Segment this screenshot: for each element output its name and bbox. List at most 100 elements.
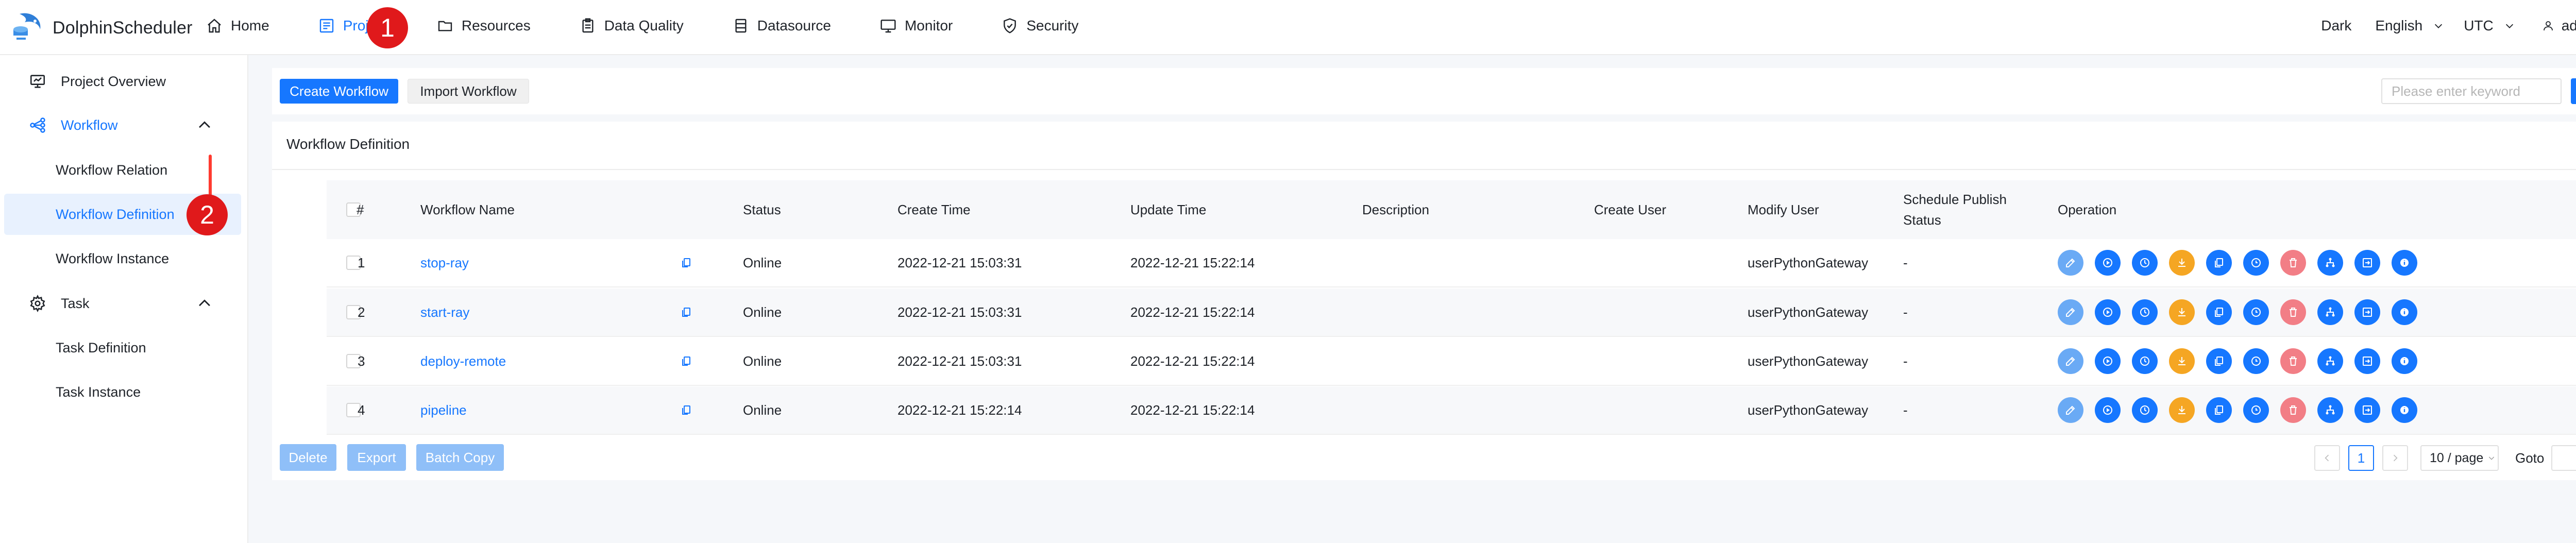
copy-icon xyxy=(2215,308,2223,317)
download-action-button[interactable] xyxy=(2169,397,2195,423)
play-action-button[interactable] xyxy=(2095,397,2121,423)
copy-action-button[interactable] xyxy=(2206,250,2232,276)
sidebar: Project Overview Workflow Workflow Relat… xyxy=(0,55,248,543)
sidebar-item-task-instance[interactable]: Task Instance xyxy=(0,371,248,413)
sidebar-item-workflow-instance[interactable]: Workflow Instance xyxy=(0,238,248,279)
download-action-button[interactable] xyxy=(2169,250,2195,276)
clock-action-button[interactable] xyxy=(2132,250,2158,276)
copy-icon[interactable] xyxy=(680,306,692,318)
export-icon xyxy=(2363,357,2372,366)
sidebar-item-label: Workflow Instance xyxy=(56,250,170,266)
app-logo[interactable]: DolphinScheduler xyxy=(9,7,193,48)
delete-button[interactable]: Delete xyxy=(280,444,336,471)
timezone-select[interactable]: UTC xyxy=(2464,18,2515,34)
delete-icon xyxy=(2290,405,2297,415)
row-create-time: 2022-12-21 15:03:31 xyxy=(897,304,1022,320)
user-menu[interactable]: admin xyxy=(2542,18,2576,34)
info-action-button[interactable] xyxy=(2392,250,2417,276)
clock-icon xyxy=(2140,405,2149,415)
search-input[interactable]: Please enter keyword xyxy=(2381,78,2562,104)
row-create-time: 2022-12-21 15:03:31 xyxy=(897,353,1022,369)
timer-action-button[interactable] xyxy=(2243,348,2269,374)
edit-action-button[interactable] xyxy=(2058,250,2083,276)
export-action-button[interactable] xyxy=(2354,299,2380,325)
header-operation: Operation xyxy=(2058,201,2117,217)
page-number[interactable]: 1 xyxy=(2348,445,2374,471)
row-create-time: 2022-12-21 15:22:14 xyxy=(897,402,1022,418)
create-workflow-button[interactable]: Create Workflow xyxy=(280,79,398,104)
copy-icon[interactable] xyxy=(680,404,692,416)
edit-action-button[interactable] xyxy=(2058,299,2083,325)
nav-monitor[interactable]: Monitor xyxy=(880,0,953,52)
info-icon xyxy=(2400,308,2409,316)
import-workflow-button[interactable]: Import Workflow xyxy=(408,79,529,104)
info-action-button[interactable] xyxy=(2392,299,2417,325)
row-checkbox-cell xyxy=(327,337,380,385)
chevron-up-icon xyxy=(199,121,210,128)
delete-action-button[interactable] xyxy=(2280,299,2306,325)
copy-action-button[interactable] xyxy=(2206,299,2232,325)
theme-toggle[interactable]: Dark xyxy=(2321,18,2351,34)
copy-action-button[interactable] xyxy=(2206,397,2232,423)
download-action-button[interactable] xyxy=(2169,299,2195,325)
copy-action-button[interactable] xyxy=(2206,348,2232,374)
language-select[interactable]: English xyxy=(2375,18,2444,34)
info-action-button[interactable] xyxy=(2392,348,2417,374)
tree-action-button[interactable] xyxy=(2317,348,2343,374)
play-action-button[interactable] xyxy=(2095,348,2121,374)
workflow-name-link[interactable]: stop-ray xyxy=(420,239,469,286)
info-action-button[interactable] xyxy=(2392,397,2417,423)
row-checkbox-cell xyxy=(327,289,380,336)
export-action-button[interactable] xyxy=(2354,348,2380,374)
goto-input[interactable] xyxy=(2551,445,2576,471)
export-action-button[interactable] xyxy=(2354,250,2380,276)
delete-action-button[interactable] xyxy=(2280,250,2306,276)
edit-icon xyxy=(2066,258,2075,267)
workflow-name-link[interactable]: deploy-remote xyxy=(420,337,506,385)
row-schedule-status: - xyxy=(1903,353,1908,369)
tree-action-button[interactable] xyxy=(2317,299,2343,325)
workflow-name-link[interactable]: pipeline xyxy=(420,386,467,434)
clock-action-button[interactable] xyxy=(2132,299,2158,325)
export-action-button[interactable] xyxy=(2354,397,2380,423)
timer-action-button[interactable] xyxy=(2243,250,2269,276)
tree-action-button[interactable] xyxy=(2317,250,2343,276)
download-action-button[interactable] xyxy=(2169,348,2195,374)
timer-action-button[interactable] xyxy=(2243,397,2269,423)
delete-action-button[interactable] xyxy=(2280,348,2306,374)
tree-action-button[interactable] xyxy=(2317,397,2343,423)
sidebar-item-task-definition[interactable]: Task Definition xyxy=(0,327,248,368)
nav-resources[interactable]: Resources xyxy=(437,0,531,52)
sidebar-item-project-overview[interactable]: Project Overview xyxy=(0,61,248,102)
clock-action-button[interactable] xyxy=(2132,348,2158,374)
sidebar-group-workflow[interactable]: Workflow xyxy=(0,105,248,146)
page-size-select[interactable]: 10 / page xyxy=(2420,445,2499,471)
clock-action-button[interactable] xyxy=(2132,397,2158,423)
workflow-name-link[interactable]: start-ray xyxy=(420,289,469,336)
nav-data-quality[interactable]: Data Quality xyxy=(580,0,684,52)
copy-icon[interactable] xyxy=(680,257,692,269)
sidebar-item-label: Task xyxy=(61,295,90,311)
timer-action-button[interactable] xyxy=(2243,299,2269,325)
search-button[interactable] xyxy=(2571,78,2576,104)
nav-home[interactable]: Home xyxy=(206,0,269,52)
sidebar-group-task[interactable]: Task xyxy=(0,283,248,324)
nav-data-quality-label: Data Quality xyxy=(604,18,684,33)
export-button[interactable]: Export xyxy=(347,444,406,471)
copy-icon[interactable] xyxy=(680,355,692,367)
nav-datasource-label: Datasource xyxy=(757,18,831,33)
nav-monitor-label: Monitor xyxy=(904,18,953,33)
delete-action-button[interactable] xyxy=(2280,397,2306,423)
nav-security[interactable]: Security xyxy=(1002,0,1079,52)
play-action-button[interactable] xyxy=(2095,299,2121,325)
next-page-button[interactable] xyxy=(2382,445,2408,471)
batch-copy-button[interactable]: Batch Copy xyxy=(416,444,504,471)
language-label: English xyxy=(2375,18,2423,33)
nav-security-label: Security xyxy=(1026,18,1079,33)
prev-page-button[interactable] xyxy=(2314,445,2340,471)
edit-action-button[interactable] xyxy=(2058,348,2083,374)
copy-name-cell xyxy=(680,337,692,385)
play-action-button[interactable] xyxy=(2095,250,2121,276)
edit-action-button[interactable] xyxy=(2058,397,2083,423)
nav-datasource[interactable]: Datasource xyxy=(733,0,831,52)
